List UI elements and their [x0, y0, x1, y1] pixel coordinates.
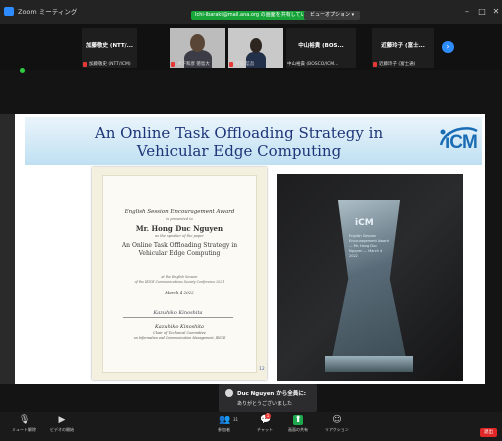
trophy-logo: iCM — [355, 218, 374, 228]
certificate-speaker-note: as the speaker of the paper — [155, 234, 204, 238]
participant-footer: 木下和彦 徳島大 — [171, 61, 224, 67]
participant-footer: 中山裕貴 (BOSCO/ICM... — [287, 61, 355, 67]
start-video-label: ビデオの開始 — [50, 427, 74, 432]
leave-meeting-button[interactable]: 退出 — [480, 428, 497, 437]
close-icon[interactable]: ✕ — [491, 7, 501, 17]
trophy-photo: iCM English Session Encouragement Award … — [277, 174, 463, 381]
icm-logo: iCM — [437, 123, 479, 157]
certificate-session-line2: of the IEICE Communications Society Conf… — [134, 280, 225, 284]
certificate-paper-line1: An Online Task Offloading Strategy in — [121, 242, 238, 249]
chat-message: ありがとうございました — [237, 401, 293, 407]
participants-label: 参加者 — [218, 427, 230, 432]
participant-footer: 加藤敬史 (NTT/ICM) — [83, 61, 136, 67]
certificate-paper-line2: Vehicular Edge Computing — [138, 250, 221, 257]
slide-title-line2: Vehicular Edge Computing — [136, 142, 342, 160]
chat-notification[interactable]: Duc Nguyen から全員に: ありがとうございました — [219, 384, 317, 412]
sender-avatar — [225, 389, 233, 397]
participant-tile[interactable]: 木下和彦 徳島大 — [170, 28, 225, 68]
participants-button[interactable]: 👥 参加者 31 — [218, 415, 238, 433]
screen-share-banner: Ichi-Ibaraki@mail.ana.org の画面を共有しています — [191, 11, 320, 20]
zoom-app-icon — [4, 7, 14, 16]
participant-footer: 阿多 信吾 — [229, 61, 282, 67]
participant-name: 中山裕貴 (BOS... — [298, 43, 344, 49]
chat-label: チャット — [257, 427, 273, 432]
chat-unread-badge: 1 — [264, 413, 271, 419]
participant-video-head — [250, 38, 262, 53]
unmute-button[interactable]: 🎙 ミュート解除 — [12, 415, 36, 433]
participant-strip: 加藤敬史 (NTT/... 加藤敬史 (NTT/ICM) 木下和彦 徳島大 阿多… — [0, 24, 502, 70]
participant-footer-label: 加藤敬史 (NTT/ICM) — [89, 62, 131, 67]
view-options-button[interactable]: ビューオプション ▾ — [304, 11, 361, 20]
next-page-button[interactable]: › — [442, 41, 454, 53]
title-bar: Zoom ミーティング Ichi-Ibaraki@mail.ana.org の画… — [0, 0, 502, 24]
slide-title: An Online Task Offloading Strategy in Ve… — [61, 124, 417, 160]
participant-name: 近藤玲子 (富士... — [381, 43, 425, 49]
mic-muted-icon — [171, 61, 175, 67]
reactions-button[interactable]: ☺ リアクション — [325, 415, 349, 433]
participants-count: 31 — [233, 417, 239, 422]
participant-tile[interactable]: 中山裕貴 (BOS... 中山裕貴 (BOSCO/ICM... — [286, 28, 356, 68]
meeting-toolbar: 🎙 ミュート解除 ▶ ビデオの開始 👥 参加者 31 💬 1 チャット ⬆ 画面の… — [0, 412, 502, 441]
maximize-icon[interactable]: □ — [477, 7, 487, 17]
participant-tile[interactable]: 阿多 信吾 — [228, 28, 283, 68]
participant-tile[interactable]: 加藤敬史 (NTT/... 加藤敬史 (NTT/ICM) — [82, 28, 137, 68]
certificate-recipient: Mr. Hong Duc Nguyen — [135, 224, 224, 233]
mic-muted-icon — [373, 61, 377, 67]
participant-footer: 近藤玲子 (富士通) — [373, 61, 433, 67]
security-status-icon — [20, 68, 25, 73]
minimize-icon[interactable]: – — [462, 7, 472, 17]
certificate-body: English Session Encouragement Award is p… — [102, 175, 257, 373]
mic-muted-icon — [229, 61, 233, 67]
slide-title-line1: An Online Task Offloading Strategy in — [94, 124, 384, 142]
icm-logo-text: iCM — [445, 132, 478, 153]
trophy-base — [325, 356, 413, 372]
share-screen-icon: ⬆ — [293, 415, 303, 425]
participant-footer-label: 近藤玲子 (富士通) — [379, 62, 416, 67]
certificate-signer-org: on Information and Communication Managem… — [133, 336, 226, 340]
certificate-signature: Kazuhiko Kinoshita — [123, 310, 233, 318]
mic-muted-icon — [83, 61, 87, 67]
slide-page-number: 12 — [259, 367, 265, 372]
chat-icon: 💬 1 — [259, 413, 272, 425]
participants-icon: 👥 — [219, 415, 231, 425]
trophy-engraving: English Session Encouragement Award — Mr… — [349, 234, 389, 258]
shared-screen: An Online Task Offloading Strategy in Ve… — [15, 114, 485, 384]
share-screen-button[interactable]: ⬆ 画面の共有 — [288, 415, 308, 433]
chevron-right-icon: › — [446, 42, 450, 51]
video-off-icon: ▶ — [58, 415, 66, 425]
chat-sender: Duc Nguyen から全員に: — [237, 391, 306, 397]
left-edge-strip — [0, 114, 15, 384]
chat-button[interactable]: 💬 1 チャット — [257, 413, 273, 433]
participant-footer-label: 木下和彦 徳島大 — [177, 62, 210, 67]
participant-footer-label: 阿多 信吾 — [235, 62, 255, 67]
reaction-icon: ☺ — [332, 415, 342, 425]
participant-name: 加藤敬史 (NTT/... — [86, 43, 133, 49]
award-certificate: English Session Encouragement Award is p… — [92, 167, 267, 380]
participant-footer-label: 中山裕貴 (BOSCO/ICM... — [287, 62, 339, 67]
certificate-heading: English Session Encouragement Award — [124, 209, 235, 215]
slide-header: An Online Task Offloading Strategy in Ve… — [25, 117, 482, 165]
unmute-label: ミュート解除 — [12, 427, 36, 432]
microphone-muted-icon: 🎙 — [19, 415, 31, 425]
participant-video-head — [190, 34, 205, 52]
reactions-label: リアクション — [325, 427, 349, 432]
start-video-button[interactable]: ▶ ビデオの開始 — [50, 415, 74, 433]
certificate-signer-title: Chair of Technical Committee — [153, 331, 206, 335]
certificate-date: March 4 2022 — [165, 290, 194, 295]
window-title: Zoom ミーティング — [18, 8, 78, 16]
certificate-session-line1: at the English Session — [161, 275, 198, 279]
zoom-window: Zoom ミーティング Ichi-Ibaraki@mail.ana.org の画… — [0, 0, 502, 441]
certificate-signer: Kazuhiko Kinoshita — [155, 324, 204, 330]
share-screen-label: 画面の共有 — [288, 427, 308, 432]
certificate-presented-to: is presented to — [166, 217, 193, 221]
participant-tile[interactable]: 近藤玲子 (富士... 近藤玲子 (富士通) — [372, 28, 434, 68]
